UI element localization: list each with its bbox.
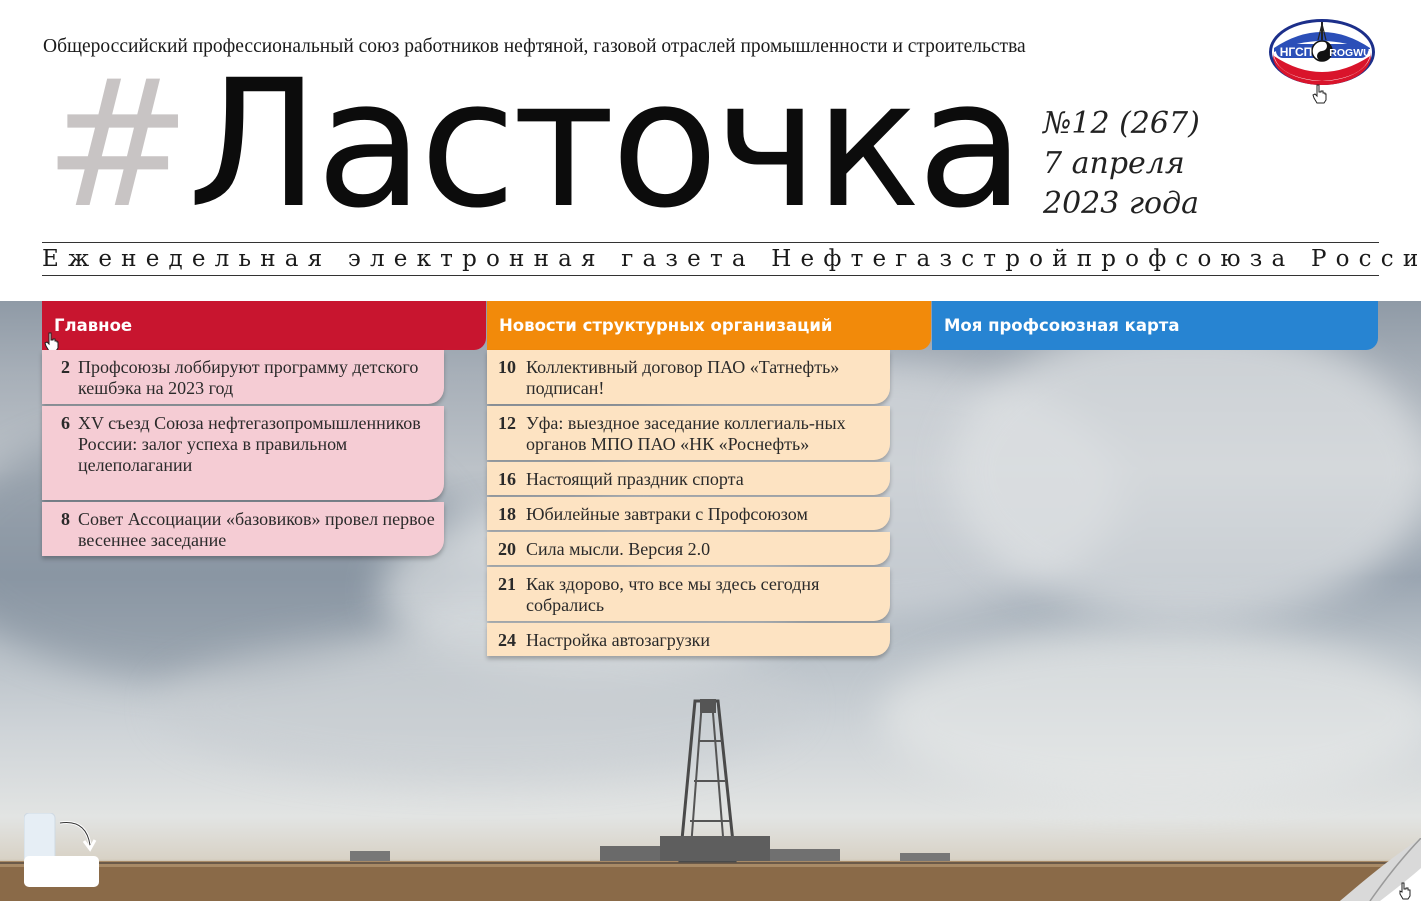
page-number: 16 [498, 469, 516, 489]
hand-cursor-icon [1312, 84, 1328, 104]
article-title: Настройка автозагрузки [526, 630, 711, 650]
page-number: 6 [61, 413, 70, 433]
issue-number: №12 (267) [1043, 106, 1200, 141]
page-number: 24 [498, 630, 516, 650]
list-item[interactable]: 12 Уфа: выездное заседание коллегиаль-ны… [487, 406, 890, 460]
page-number: 20 [498, 539, 516, 559]
list-item[interactable]: 20 Сила мысли. Версия 2.0 [487, 532, 890, 565]
rotate-device-icon[interactable] [23, 812, 100, 887]
tagline: Еженедельная электронная газета Нефтегаз… [42, 246, 1421, 272]
list-item[interactable]: 2 Профсоюзы лоббируют программу детского… [42, 350, 444, 404]
page-number: 12 [498, 413, 516, 433]
list-item[interactable]: 16 Настоящий праздник спорта [487, 462, 890, 495]
structural-news-list: 10 Коллективный договор ПАО «Татнефть» п… [487, 350, 890, 658]
tagline-bar: Еженедельная электронная газета Нефтегаз… [42, 242, 1421, 276]
tab-structural-news[interactable]: Новости структурных организаций [487, 301, 931, 350]
list-item[interactable]: 8 Совет Ассоциации «базовиков» провел пе… [42, 502, 444, 556]
article-title: Совет Ассоциации «базовиков» провел перв… [78, 509, 435, 550]
page-number: 2 [61, 357, 70, 377]
masthead-title: Ласточка [187, 42, 1024, 247]
list-item[interactable]: 18 Юбилейные завтраки с Профсоюзом [487, 497, 890, 530]
logo-right-text: ROGWU [1329, 47, 1370, 59]
masthead-hash: # [44, 42, 191, 247]
hand-cursor-icon [44, 332, 60, 352]
tab-main[interactable]: Главное [42, 301, 486, 350]
article-title: Юбилейные завтраки с Профсоюзом [526, 504, 808, 524]
masthead: #Ласточка [44, 50, 1025, 240]
union-logo[interactable]: НГСП ROGWU [1268, 18, 1376, 86]
newspaper-header: Общероссийский профессиональный союз раб… [0, 0, 1421, 301]
article-title: Сила мысли. Версия 2.0 [526, 539, 711, 559]
article-title: Коллективный договор ПАО «Татнефть» подп… [526, 357, 840, 398]
article-title: Профсоюзы лоббируют программу детского к… [78, 357, 419, 398]
page-turn-icon[interactable] [1340, 837, 1421, 901]
main-articles-list: 2 Профсоюзы лоббируют программу детского… [42, 350, 444, 558]
issue-date: 7 апреля [1043, 146, 1185, 181]
article-title: Уфа: выездное заседание коллегиаль-ных о… [526, 413, 846, 454]
list-item[interactable]: 24 Настройка автозагрузки [487, 623, 890, 656]
page-number: 18 [498, 504, 516, 524]
issue-year: 2023 года [1043, 186, 1200, 221]
issue-info: №12 (267) 7 апреля 2023 года [1043, 104, 1200, 224]
list-item[interactable]: 6 XV съезд Союза нефтегазопромышленников… [42, 406, 444, 500]
page-number: 8 [61, 509, 70, 529]
tab-union-card[interactable]: Моя профсоюзная карта [932, 301, 1378, 350]
article-title: XV съезд Союза нефтегазопромышленников Р… [78, 413, 421, 475]
page-number: 21 [498, 574, 516, 594]
logo-left-text: НГСП [1280, 45, 1313, 59]
list-item[interactable]: 10 Коллективный договор ПАО «Татнефть» п… [487, 350, 890, 404]
article-title: Настоящий праздник спорта [526, 469, 744, 489]
article-title: Как здорово, что все мы здесь сегодня со… [526, 574, 820, 615]
page-number: 10 [498, 357, 516, 377]
list-item[interactable]: 21 Как здорово, что все мы здесь сегодня… [487, 567, 890, 621]
